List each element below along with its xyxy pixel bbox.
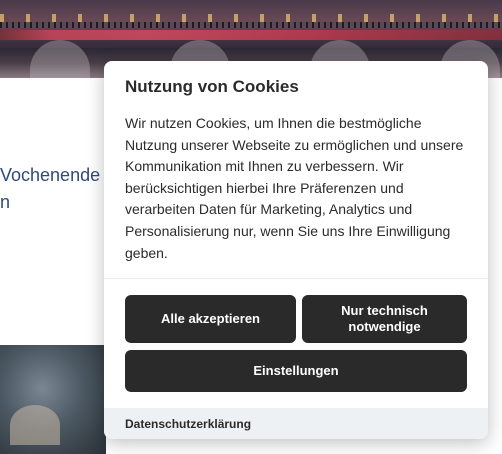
- hero-bridge-railing: [0, 22, 502, 28]
- background-teaser-line[interactable]: Vochenende: [0, 162, 100, 189]
- dialog-footer: Datenschutzerklärung: [104, 408, 488, 439]
- only-necessary-button[interactable]: Nur technisch notwendige: [302, 295, 467, 343]
- dialog-title: Nutzung von Cookies: [125, 77, 299, 96]
- background-photo-figure: [10, 405, 60, 445]
- privacy-policy-link[interactable]: Datenschutzerklärung: [125, 417, 251, 431]
- accept-all-button[interactable]: Alle akzeptieren: [125, 295, 296, 343]
- dialog-body-text: Wir nutzen Cookies, um Ihnen die bestmög…: [125, 115, 464, 261]
- hero-bridge-deck: [0, 30, 502, 40]
- settings-button[interactable]: Einstellungen: [125, 350, 467, 392]
- background-photo: [0, 345, 106, 454]
- background-teaser-line[interactable]: n: [0, 189, 100, 216]
- background-teaser-text[interactable]: Vochenende n: [0, 162, 100, 216]
- dialog-divider: [104, 278, 488, 279]
- hero-arch: [30, 40, 90, 78]
- cookie-consent-dialog: Nutzung von Cookies Wir nutzen Cookies, …: [104, 61, 488, 439]
